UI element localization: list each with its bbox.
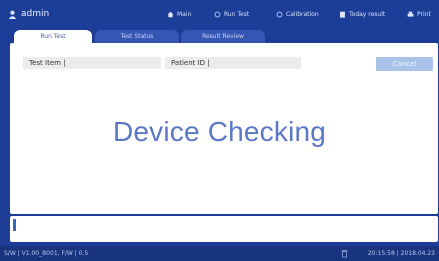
text-cursor (13, 219, 16, 231)
clipboard-icon (340, 11, 345, 18)
tab-test-status[interactable]: Test Status (95, 30, 179, 43)
device-checking-message: Device Checking (112, 116, 327, 147)
datetime-text: 20:15:58 | 2018.04.23 (367, 250, 435, 257)
home-icon (167, 11, 174, 18)
tab-run-test-label: Run Test (40, 33, 66, 40)
nav-calibration-label: Calibration (286, 11, 319, 18)
tab-result-review[interactable]: Result Review (181, 30, 265, 43)
nav-print-label: Print (417, 11, 431, 18)
nav-print[interactable]: Print (407, 11, 431, 18)
user-menu[interactable]: admin (8, 9, 49, 19)
user-icon (8, 10, 17, 19)
test-item-label: Test Item | (29, 59, 66, 67)
input-strip[interactable] (10, 216, 438, 242)
test-item-field[interactable]: Test Item | (23, 57, 161, 69)
status-bar: S/W | V1.00_B001, F/W | 0.5 20:15:58 | 2… (0, 246, 439, 261)
tab-test-status-label: Test Status (120, 33, 154, 40)
nav-run-test[interactable]: Run Test (214, 11, 249, 18)
top-bar: admin Main Run Test Calibration Today re (0, 0, 439, 30)
tab-result-review-label: Result Review (202, 33, 244, 40)
user-name: admin (21, 9, 50, 19)
patient-id-label: Patient ID | (171, 59, 210, 67)
nav-main[interactable]: Main (167, 11, 191, 18)
tab-run-test[interactable]: Run Test (14, 30, 92, 43)
nav-calibration[interactable]: Calibration (276, 11, 319, 18)
nav-run-test-label: Run Test (224, 11, 250, 18)
patient-id-field[interactable]: Patient ID | (165, 57, 301, 69)
trash-icon[interactable] (341, 249, 348, 258)
version-text: S/W | V1.00_B001, F/W | 0.5 (4, 250, 89, 257)
radio-icon (276, 11, 283, 18)
nav-main-label: Main (177, 11, 192, 18)
nav-today-result-label: Today result (349, 11, 386, 18)
radio-icon (214, 11, 221, 18)
nav-today-result[interactable]: Today result (339, 11, 385, 18)
print-icon (407, 11, 414, 17)
app-window: admin Main Run Test Calibration Today re (0, 0, 439, 261)
cancel-button[interactable]: Cancel (376, 57, 433, 71)
